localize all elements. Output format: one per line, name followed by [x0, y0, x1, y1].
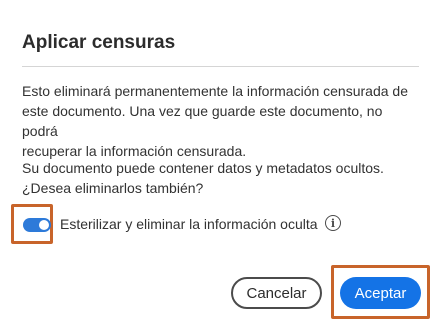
sanitize-toggle-label[interactable]: Esterilizar y eliminar la información oc… [60, 214, 318, 234]
dialog-title: Aplicar censuras [22, 32, 176, 53]
toggle-knob [39, 220, 49, 230]
cancel-button[interactable]: Cancelar [231, 277, 322, 309]
sanitize-toggle[interactable] [23, 218, 51, 232]
apply-redactions-dialog: Aplicar censuras Esto eliminará permanen… [0, 0, 442, 329]
hidden-data-line-2: ¿Desea eliminarlos también? [22, 180, 204, 196]
accept-button[interactable]: Aceptar [340, 277, 421, 309]
warning-line-2: este documento. Una vez que guarde este … [22, 103, 383, 139]
info-icon[interactable]: i [325, 215, 341, 231]
title-divider [22, 66, 419, 67]
warning-line-1: Esto eliminará permanentemente la inform… [22, 83, 408, 99]
hidden-data-paragraph: Su documento puede contener datos y meta… [22, 158, 422, 198]
warning-paragraph: Esto eliminará permanentemente la inform… [22, 81, 422, 161]
hidden-data-line-1: Su documento puede contener datos y meta… [22, 160, 384, 176]
